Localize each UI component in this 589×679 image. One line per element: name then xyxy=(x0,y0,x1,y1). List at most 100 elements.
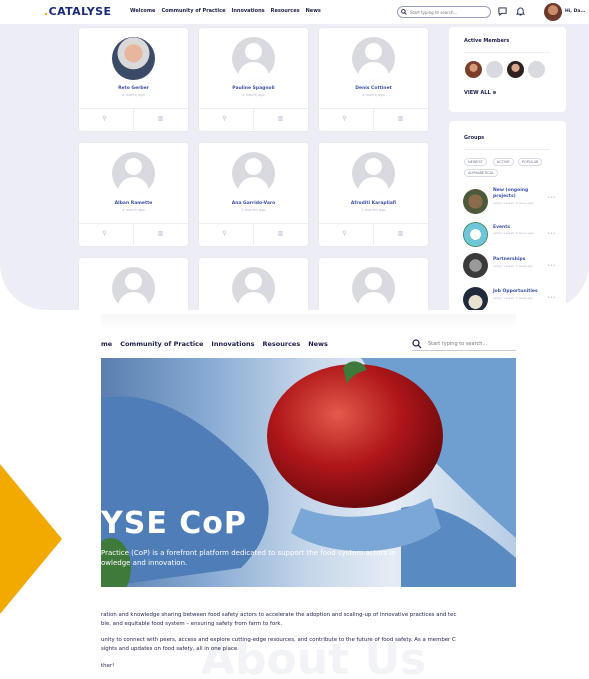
nav-home[interactable]: me xyxy=(101,340,112,348)
bottom-search-box[interactable] xyxy=(412,338,516,351)
connect-icon[interactable]: ⚲ xyxy=(101,115,108,122)
message-icon[interactable]: ▥ xyxy=(157,230,164,237)
message-icon[interactable]: ▥ xyxy=(157,115,164,122)
member-avatar-placeholder[interactable] xyxy=(232,267,275,310)
group-meta: active 1 week, 1 week ago xyxy=(493,296,534,300)
active-members-title: Active Members xyxy=(464,38,510,44)
bottom-search-input[interactable] xyxy=(428,341,516,347)
view-all-link[interactable]: VIEW ALL ⊕ xyxy=(464,90,497,96)
top-navbar: .CATALYSE Welcome Community of Practice … xyxy=(0,0,589,24)
arrow-circle-icon: ⊕ xyxy=(492,90,497,96)
group-name[interactable]: Events xyxy=(493,225,541,231)
top-search-box[interactable] xyxy=(397,6,491,18)
group-meta: active 1 week, 1 week ago xyxy=(493,264,534,268)
message-icon[interactable]: ▥ xyxy=(277,115,284,122)
member-name[interactable]: Denis Cottinet xyxy=(319,86,428,91)
member-card[interactable]: Reto Gerber a month ago ⚲ ▥ xyxy=(79,28,188,131)
filter-active[interactable]: ACTIVE xyxy=(493,158,514,166)
group-image[interactable] xyxy=(463,253,488,278)
member-card[interactable]: Alban Ramette a month ago ⚲ ▥ xyxy=(79,143,188,246)
groups-panel: Groups NEWEST ACTIVE POPULAR ALPHABETICA… xyxy=(449,121,566,310)
member-name[interactable]: Afroditi Karapliafi xyxy=(319,201,428,206)
connect-icon[interactable]: ⚲ xyxy=(341,115,348,122)
member-card[interactable] xyxy=(319,258,428,310)
more-icon[interactable]: ••• xyxy=(547,231,556,237)
active-members-panel: Active Members VIEW ALL ⊕ xyxy=(449,27,566,112)
nav-innovations[interactable]: Innovations xyxy=(231,8,264,14)
message-icon[interactable]: ▥ xyxy=(277,230,284,237)
member-avatar-placeholder[interactable] xyxy=(352,37,395,80)
hero-title: YSE CoP xyxy=(101,506,247,541)
member-avatar[interactable] xyxy=(112,37,155,80)
member-avatar-placeholder[interactable] xyxy=(232,37,275,80)
member-avatar-placeholder[interactable] xyxy=(527,60,546,79)
connect-icon[interactable]: ⚲ xyxy=(221,230,228,237)
member-time: 2 months ago xyxy=(241,208,266,212)
member-avatar-placeholder[interactable] xyxy=(485,60,504,79)
more-icon[interactable]: ••• xyxy=(547,263,556,269)
group-name[interactable]: Partnerships xyxy=(493,257,541,263)
member-time: a month ago xyxy=(122,208,145,212)
about-paragraph-1: ration and knowledge sharing between foo… xyxy=(101,612,457,627)
member-name[interactable]: Ana Garrido-Varo xyxy=(199,201,308,206)
member-avatar-placeholder[interactable] xyxy=(112,152,155,195)
nav-innovations[interactable]: Innovations xyxy=(211,340,254,348)
search-icon xyxy=(401,9,407,15)
member-card[interactable] xyxy=(79,258,188,310)
nav-welcome[interactable]: Welcome xyxy=(130,8,155,14)
connect-icon[interactable]: ⚲ xyxy=(341,230,348,237)
chat-icon[interactable] xyxy=(498,7,507,16)
connect-icon[interactable]: ⚲ xyxy=(101,230,108,237)
bell-icon[interactable] xyxy=(516,7,525,16)
nav-resources[interactable]: Resources xyxy=(262,340,300,348)
member-card[interactable]: Denis Cottinet a month ago ⚲ ▥ xyxy=(319,28,428,131)
group-image[interactable] xyxy=(463,189,488,214)
nav-news[interactable]: News xyxy=(308,340,328,348)
connect-icon[interactable]: ⚲ xyxy=(221,115,228,122)
member-avatar-placeholder[interactable] xyxy=(352,267,395,310)
member-time: a month ago xyxy=(362,93,385,97)
filter-newest[interactable]: NEWEST xyxy=(464,158,487,166)
groups-title: Groups xyxy=(464,135,485,141)
member-avatar[interactable] xyxy=(506,60,525,79)
group-name[interactable]: Job Opportunities xyxy=(493,289,541,295)
group-image[interactable] xyxy=(463,287,488,310)
member-name[interactable]: Alban Ramette xyxy=(79,201,188,206)
hero-banner: YSE CoP Practice (CoP) is a forefront pl… xyxy=(101,358,516,587)
nav-resources[interactable]: Resources xyxy=(271,8,300,14)
top-nav-links: Welcome Community of Practice Innovation… xyxy=(130,8,321,14)
nav-news[interactable]: News xyxy=(306,8,321,14)
top-search-input[interactable] xyxy=(410,9,490,15)
member-avatar[interactable] xyxy=(464,60,483,79)
member-avatar-placeholder[interactable] xyxy=(112,267,155,310)
user-greeting: Hi, Da... xyxy=(565,9,586,14)
member-time: 2 months ago xyxy=(361,208,386,212)
message-icon[interactable]: ▥ xyxy=(397,230,404,237)
hero-description: Practice (CoP) is a forefront platform d… xyxy=(101,549,396,567)
member-name[interactable]: Reto Gerber xyxy=(79,86,188,91)
bottom-screenshot: me Community of Practice Innovations Res… xyxy=(101,314,516,679)
group-meta: active 1 week, 6 hours ago xyxy=(493,231,534,235)
filter-alphabetical[interactable]: ALPHABETICAL xyxy=(464,169,499,177)
more-icon[interactable]: ••• xyxy=(547,295,556,301)
member-card[interactable]: Ana Garrido-Varo 2 months ago ⚲ ▥ xyxy=(199,143,308,246)
filter-popular[interactable]: POPULAR xyxy=(518,158,543,166)
nav-community-of-practice[interactable]: Community of Practice xyxy=(161,8,225,14)
member-card[interactable] xyxy=(199,258,308,310)
catalyse-logo[interactable]: .CATALYSE xyxy=(44,5,111,18)
nav-community-of-practice[interactable]: Community of Practice xyxy=(120,340,203,348)
about-paragraph-2: unity to connect with peers, access and … xyxy=(101,637,456,652)
member-avatar-placeholder[interactable] xyxy=(232,152,275,195)
arrow-right-icon xyxy=(0,464,62,614)
member-card[interactable]: Pauline Spagnoli a month ago ⚲ ▥ xyxy=(199,28,308,131)
user-avatar[interactable] xyxy=(544,3,562,21)
member-card[interactable]: Afroditi Karapliafi 2 months ago ⚲ ▥ xyxy=(319,143,428,246)
about-paragraph-3: ther! xyxy=(101,663,115,669)
group-name[interactable]: New (ongoing projects) xyxy=(493,188,541,199)
bottom-nav-links: me Community of Practice Innovations Res… xyxy=(101,340,328,348)
group-image[interactable] xyxy=(463,222,488,247)
member-avatar-placeholder[interactable] xyxy=(352,152,395,195)
member-name[interactable]: Pauline Spagnoli xyxy=(199,86,308,91)
more-icon[interactable]: ••• xyxy=(547,195,556,201)
message-icon[interactable]: ▥ xyxy=(397,115,404,122)
